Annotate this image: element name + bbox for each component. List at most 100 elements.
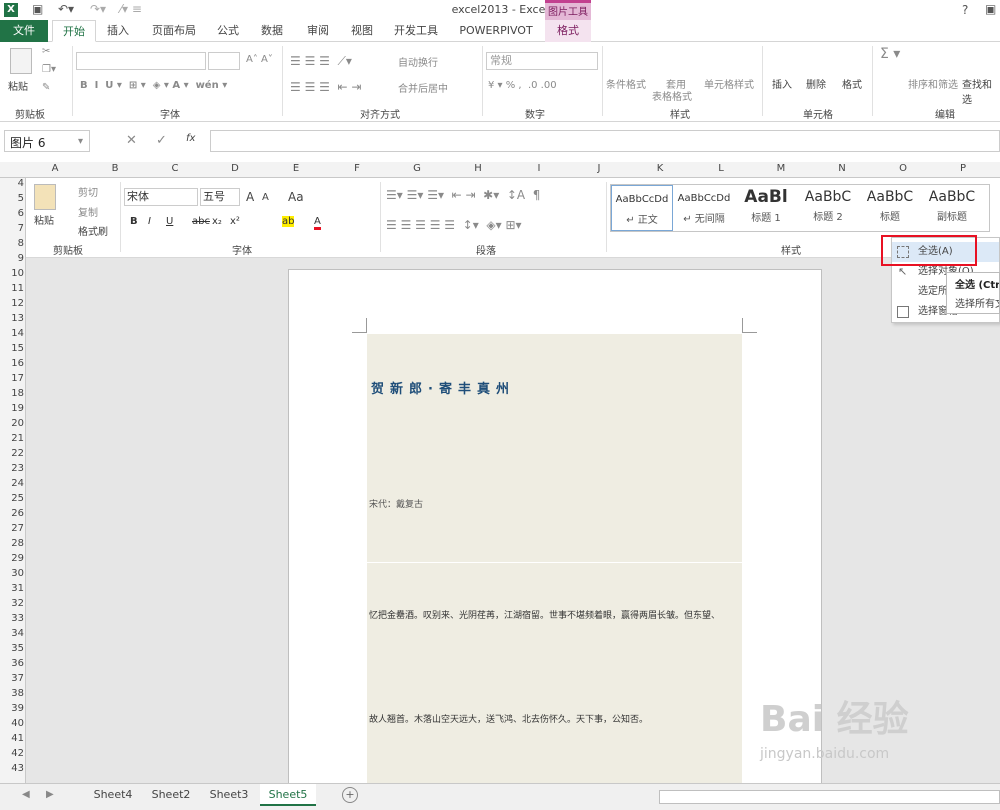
- column-header-cell[interactable]: N: [827, 163, 857, 174]
- font-size-box[interactable]: [208, 52, 240, 70]
- word-shrink-font-button[interactable]: A: [262, 192, 269, 203]
- row-header-cell[interactable]: 33: [0, 613, 24, 624]
- add-sheet-icon[interactable]: +: [342, 787, 358, 803]
- sheet-tab[interactable]: Sheet2: [144, 784, 198, 806]
- restore-icon[interactable]: ▣: [985, 2, 996, 16]
- style-item-no-spacing[interactable]: AaBbCcDd ↵ 无间隔: [673, 185, 735, 231]
- style-item-heading2[interactable]: AaBbC 标题 2: [797, 185, 859, 231]
- column-header-cell[interactable]: B: [100, 163, 130, 174]
- autosum-icon[interactable]: Σ ▾: [880, 46, 900, 62]
- row-header-cell[interactable]: 25: [0, 493, 24, 504]
- word-italic-button[interactable]: I: [148, 216, 151, 227]
- tab-formulas[interactable]: 公式: [210, 20, 246, 42]
- word-superscript-button[interactable]: x²: [230, 216, 240, 227]
- row-header-cell[interactable]: 9: [0, 253, 24, 264]
- row-header-cell[interactable]: 30: [0, 568, 24, 579]
- word-cut-button[interactable]: 剪切: [78, 184, 98, 199]
- row-header-cell[interactable]: 22: [0, 448, 24, 459]
- paste-icon[interactable]: [10, 48, 32, 74]
- row-header-cell[interactable]: 5: [0, 193, 24, 204]
- wrap-text-button[interactable]: 自动换行: [398, 54, 438, 69]
- style-item-title[interactable]: AaBbC 标题: [859, 185, 921, 231]
- prev-sheet-icon[interactable]: ◀: [22, 789, 30, 800]
- column-header-cell[interactable]: H: [463, 163, 493, 174]
- tab-page-layout[interactable]: 页面布局: [146, 20, 202, 42]
- column-header-cell[interactable]: E: [281, 163, 311, 174]
- cut-icon[interactable]: ✂: [42, 46, 50, 57]
- row-header-cell[interactable]: 35: [0, 643, 24, 654]
- sort-filter-button[interactable]: 排序和筛选: [908, 76, 958, 91]
- style-item-normal[interactable]: AaBbCcDd ↵ 正文: [611, 185, 673, 231]
- row-header-cell[interactable]: 13: [0, 313, 24, 324]
- insert-cells-button[interactable]: 插入: [772, 76, 792, 91]
- column-header-cell[interactable]: D: [220, 163, 250, 174]
- word-strike-button[interactable]: abc: [192, 216, 210, 227]
- enter-icon[interactable]: ✓: [156, 133, 167, 148]
- fx-button[interactable]: fx: [186, 133, 195, 144]
- cell-styles-button[interactable]: 单元格样式: [704, 76, 754, 91]
- row-header-cell[interactable]: 42: [0, 748, 24, 759]
- word-paragraph-icons[interactable]: ☰▾ ☰▾ ☰▾ ⇤ ⇥ ✱▾ ↕A ¶: [386, 188, 540, 202]
- sheet-tab-active[interactable]: Sheet5: [260, 784, 316, 806]
- row-header-cell[interactable]: 4: [0, 178, 24, 189]
- tab-data[interactable]: 数据: [254, 20, 290, 42]
- row-header-cell[interactable]: 20: [0, 418, 24, 429]
- row-header-cell[interactable]: 18: [0, 388, 24, 399]
- row-header-cell[interactable]: 8: [0, 238, 24, 249]
- word-format-painter-button[interactable]: 格式刷: [78, 223, 108, 238]
- font-format-buttons[interactable]: B I U ▾ ⊞ ▾ ◈ ▾ A ▾ wén ▾: [80, 80, 227, 91]
- row-header-cell[interactable]: 10: [0, 268, 24, 279]
- tab-file[interactable]: 文件: [0, 20, 48, 42]
- align-icons[interactable]: ☰ ☰ ☰ ⟋▾: [290, 54, 352, 69]
- column-header-cell[interactable]: L: [706, 163, 736, 174]
- column-header-cell[interactable]: P: [948, 163, 978, 174]
- merge-center-button[interactable]: 合并后居中: [398, 80, 448, 95]
- row-header-cell[interactable]: 34: [0, 628, 24, 639]
- tab-review[interactable]: 审阅: [300, 20, 336, 42]
- paste-label[interactable]: 粘贴: [8, 78, 28, 93]
- row-header-cell[interactable]: 12: [0, 298, 24, 309]
- next-sheet-icon[interactable]: ▶: [46, 789, 54, 800]
- row-header-cell[interactable]: 31: [0, 583, 24, 594]
- row-header-cell[interactable]: 27: [0, 523, 24, 534]
- column-header-cell[interactable]: F: [342, 163, 372, 174]
- style-item-heading1[interactable]: AaBl 标题 1: [735, 185, 797, 231]
- number-format-box[interactable]: 常规: [486, 52, 598, 70]
- help-icon[interactable]: ?: [962, 3, 968, 17]
- horizontal-scrollbar[interactable]: [659, 790, 1000, 804]
- row-header-cell[interactable]: 38: [0, 688, 24, 699]
- word-bold-button[interactable]: B: [130, 216, 138, 227]
- row-header-cell[interactable]: 37: [0, 673, 24, 684]
- row-header-cell[interactable]: 23: [0, 463, 24, 474]
- row-header-cell[interactable]: 21: [0, 433, 24, 444]
- row-header-cell[interactable]: 19: [0, 403, 24, 414]
- tab-view[interactable]: 视图: [344, 20, 380, 42]
- sheet-tab[interactable]: Sheet3: [202, 784, 256, 806]
- format-painter-icon[interactable]: ✎: [42, 82, 50, 93]
- row-header-cell[interactable]: 17: [0, 373, 24, 384]
- row-header-cell[interactable]: 32: [0, 598, 24, 609]
- tab-developer[interactable]: 开发工具: [388, 20, 444, 42]
- row-header-cell[interactable]: 43: [0, 763, 24, 774]
- row-header-cell[interactable]: 7: [0, 223, 24, 234]
- word-underline-button[interactable]: U: [166, 216, 173, 227]
- tab-insert[interactable]: 插入: [100, 20, 136, 42]
- word-font-color-button[interactable]: A: [314, 216, 321, 230]
- row-header-cell[interactable]: 26: [0, 508, 24, 519]
- column-header-cell[interactable]: O: [888, 163, 918, 174]
- delete-cells-button[interactable]: 删除: [806, 76, 826, 91]
- word-copy-button[interactable]: 复制: [78, 204, 98, 219]
- row-header-cell[interactable]: 28: [0, 538, 24, 549]
- column-header-cell[interactable]: K: [645, 163, 675, 174]
- conditional-format-button[interactable]: 条件格式: [606, 76, 646, 91]
- align-icons-2[interactable]: ☰ ☰ ☰ ⇤ ⇥: [290, 80, 361, 94]
- tab-home[interactable]: 开始: [52, 20, 96, 42]
- word-highlight-button[interactable]: ab: [282, 216, 295, 227]
- word-change-case-button[interactable]: Aa: [288, 190, 304, 204]
- word-font-name-box[interactable]: 宋体: [124, 188, 198, 206]
- name-box-dropdown-icon[interactable]: ▾: [78, 136, 83, 147]
- copy-icon[interactable]: ❐▾: [42, 64, 56, 75]
- row-header-cell[interactable]: 36: [0, 658, 24, 669]
- word-paragraph-icons-2[interactable]: ☰ ☰ ☰ ☰ ☰ ↕▾ ◈▾ ⊞▾: [386, 218, 522, 232]
- style-item-subtitle[interactable]: AaBbC 副标题: [921, 185, 983, 231]
